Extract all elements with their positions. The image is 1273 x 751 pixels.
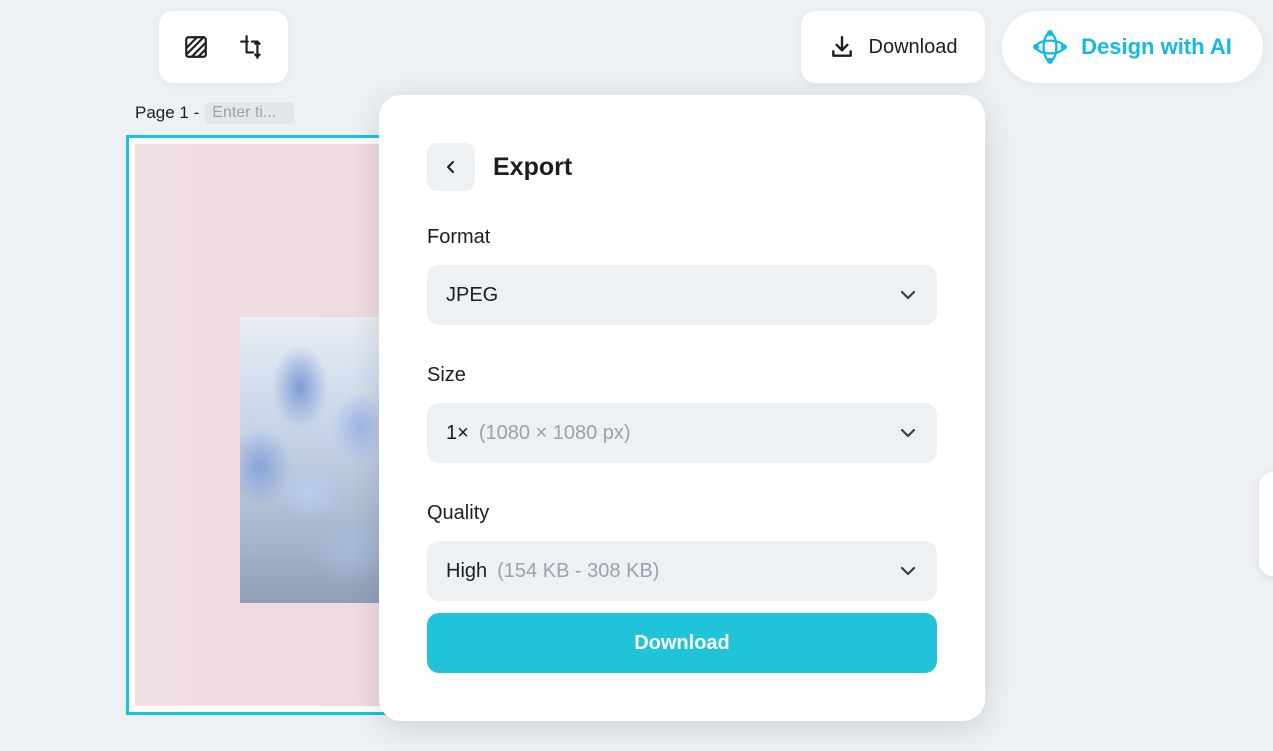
quality-label: Quality (427, 502, 490, 524)
header-download-button[interactable]: Download (801, 11, 985, 83)
export-download-button[interactable]: Download (427, 613, 937, 673)
download-icon (831, 36, 852, 57)
format-label: Format (427, 226, 491, 248)
chevron-left-icon (447, 161, 454, 173)
ai-orbit-icon (1033, 30, 1068, 64)
export-title: Export (493, 153, 573, 181)
size-label: Size (427, 364, 466, 386)
canvas-tools-toolbar (159, 11, 288, 83)
chevron-down-icon (900, 290, 916, 300)
editor-stage: Download Design with AI Page 1 - Enter t… (0, 0, 1273, 751)
design-with-ai-button[interactable]: Design with AI (1002, 11, 1263, 83)
chevron-down-icon (900, 428, 916, 438)
transparency-icon (184, 36, 207, 58)
format-select[interactable]: JPEG (427, 265, 937, 325)
design-with-ai-label: Design with AI (1081, 34, 1232, 59)
back-button[interactable] (427, 143, 475, 191)
resize-button[interactable] (237, 32, 267, 62)
size-hint: (1080 × 1080 px) (478, 421, 631, 444)
chevron-down-icon (900, 566, 916, 576)
design-canvas[interactable] (126, 135, 416, 715)
quality-value: High (446, 559, 488, 582)
quality-hint: (154 KB - 308 KB) (497, 559, 660, 582)
quality-select[interactable]: High (154 KB - 308 KB) (427, 541, 937, 601)
canvas-photo-image[interactable] (240, 317, 400, 603)
page-title-input[interactable] (205, 102, 295, 124)
page-label: Page 1 - (135, 103, 200, 122)
transparency-button[interactable] (181, 32, 211, 62)
page-title-row: Page 1 - (135, 102, 295, 124)
side-panel-edge[interactable] (1259, 472, 1273, 576)
size-select[interactable]: 1× (1080 × 1080 px) (427, 403, 937, 463)
canvas-background (135, 144, 413, 706)
header-download-label: Download (868, 35, 958, 58)
export-panel: Export Format JPEG Size 1× (1080 × 1080 … (379, 95, 985, 721)
resize-icon (239, 35, 261, 59)
size-value: 1× (446, 421, 469, 444)
format-value: JPEG (446, 283, 499, 306)
